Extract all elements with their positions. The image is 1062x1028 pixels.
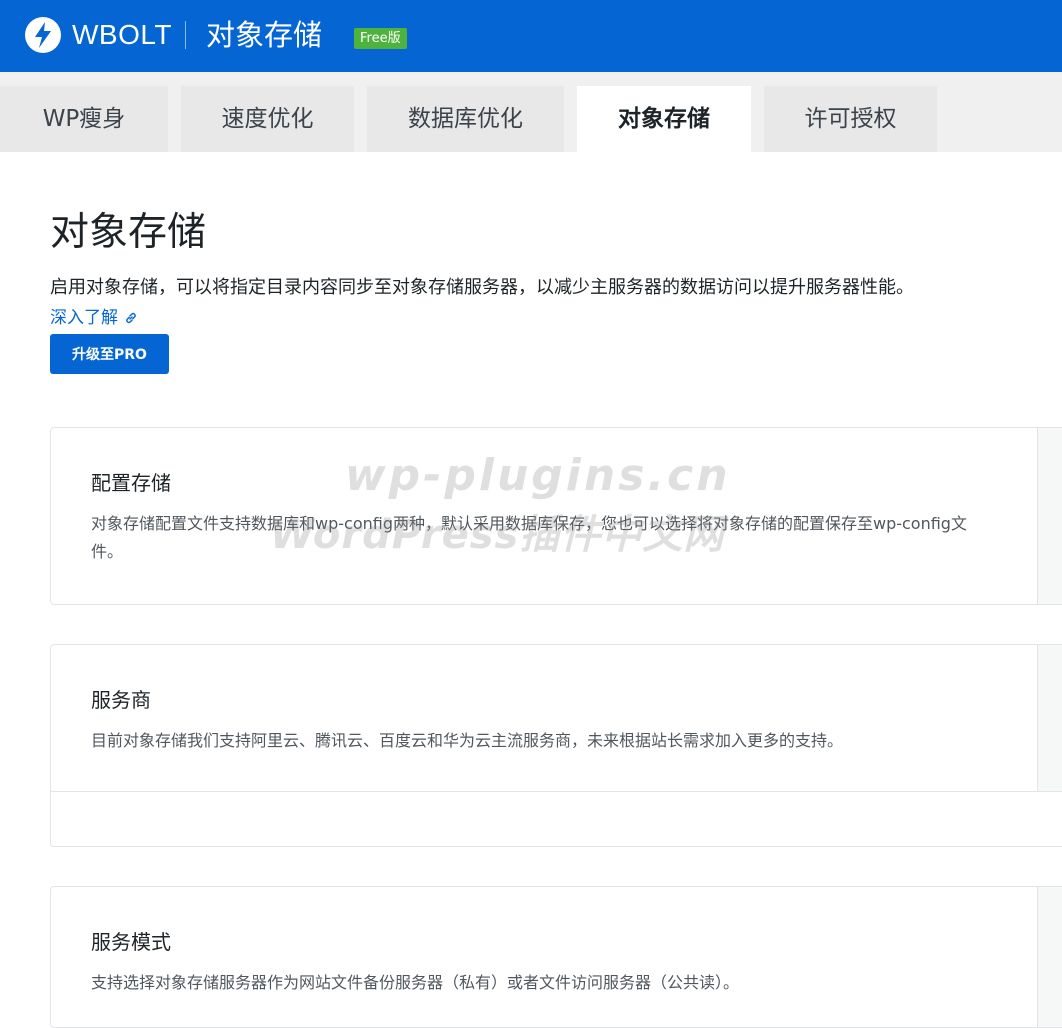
brand-name: WBOLT [72,19,172,50]
config-storage-title: 配置存储 [91,471,171,495]
top-header-bar: WBOLT 对象存储 Free版 [0,0,1062,72]
config-storage-description: 对象存储配置文件支持数据库和wp-config两种，默认采用数据库保存，您也可以… [91,514,967,561]
page-description: 启用对象存储，可以将指定目录内容同步至对象存储服务器，以减少主服务器的数据访问以… [50,277,914,298]
tab-object-storage[interactable]: 对象存储 [577,86,751,152]
header-divider [185,21,186,49]
tab-speed-optimize[interactable]: 速度优化 [181,86,354,152]
provider-description: 目前对象存储我们支持阿里云、腾讯云、百度云和华为云主流服务商，未来根据站长需求加… [91,731,844,750]
learn-more-link[interactable]: 深入了解 [50,304,138,332]
config-storage-control-area[interactable] [1037,428,1062,604]
provider-divider [51,791,1062,792]
wbolt-logo-icon [25,17,61,53]
provider-title: 服务商 [91,688,151,712]
service-mode-description: 支持选择对象存储服务器作为网站文件备份服务器（私有）或者文件访问服务器（公共读）… [91,973,740,992]
service-mode-title: 服务模式 [91,930,171,954]
provider-card: 服务商 目前对象存储我们支持阿里云、腾讯云、百度云和华为云主流服务商，未来根据站… [50,644,1062,847]
upgrade-pro-button[interactable]: 升级至PRO [50,334,169,374]
service-mode-card: 服务模式 支持选择对象存储服务器作为网站文件备份服务器（私有）或者文件访问服务器… [50,886,1062,1028]
tab-database-optimize[interactable]: 数据库优化 [367,86,564,152]
config-storage-card: 配置存储 对象存储配置文件支持数据库和wp-config两种，默认采用数据库保存… [50,427,1062,605]
page-title: 对象存储 [50,210,207,255]
tab-wp-slim[interactable]: WP瘦身 [0,86,168,152]
service-mode-control-area[interactable] [1037,887,1062,1027]
tab-license[interactable]: 许可授权 [764,86,937,152]
provider-control-area[interactable] [1037,645,1062,791]
link-icon [126,312,136,324]
learn-more-label: 深入了解 [50,308,118,328]
edition-badge: Free版 [354,28,407,49]
plugin-title: 对象存储 [206,18,323,52]
tab-strip: WP瘦身 速度优化 数据库优化 对象存储 许可授权 [0,72,1062,152]
